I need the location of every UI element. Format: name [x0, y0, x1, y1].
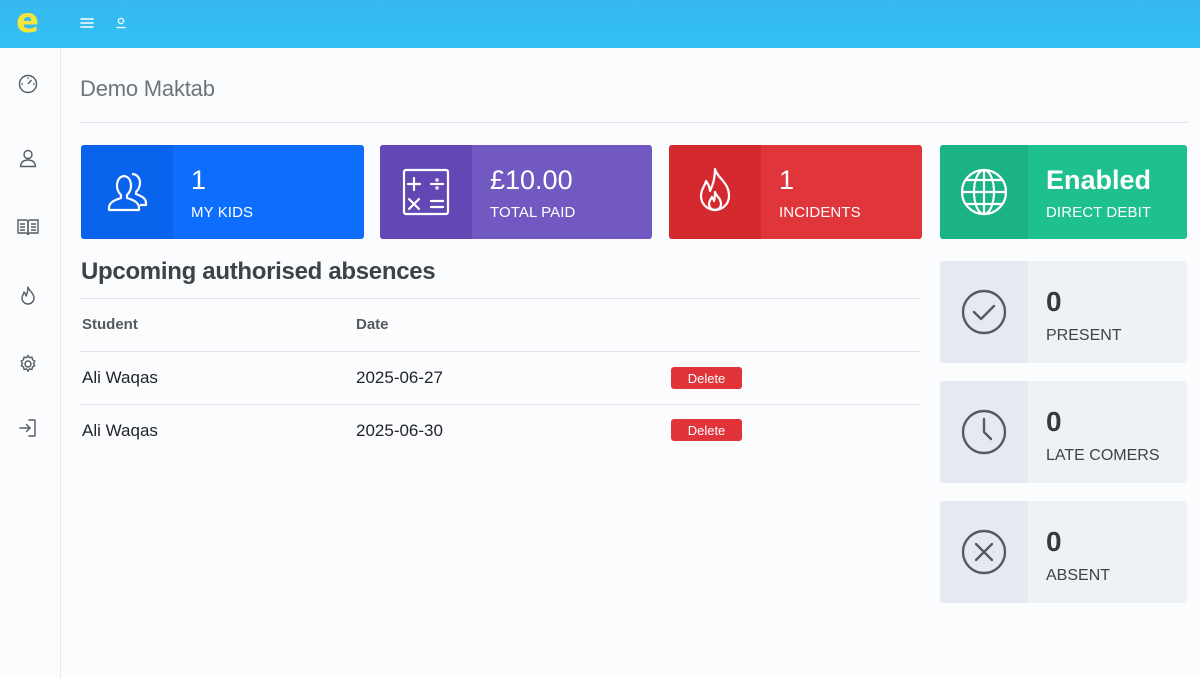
attendance-label: LATE COMERS: [1046, 447, 1160, 464]
book-icon[interactable]: [16, 215, 40, 239]
user-icon[interactable]: [16, 146, 40, 170]
stat-value: 1: [779, 165, 795, 195]
fire-icon: [669, 145, 761, 239]
settings-gear-icon[interactable]: [16, 352, 40, 376]
absence-date: 2025-06-27: [356, 368, 443, 387]
stat-label: INCIDENTS: [779, 204, 861, 221]
stat-label: DIRECT DEBIT: [1046, 204, 1152, 221]
clock-icon: [940, 381, 1028, 483]
stat-card-total-paid[interactable]: £10.00 TOTAL PAID: [380, 145, 652, 239]
top-navbar: e: [0, 0, 1200, 48]
table-row-divider: [80, 404, 920, 405]
calculator-icon: [380, 145, 472, 239]
stat-label: MY KIDS: [191, 204, 254, 221]
student-name: Ali Waqas: [82, 421, 158, 440]
column-header-student: Student: [82, 316, 138, 333]
attendance-card-absent[interactable]: 0 ABSENT: [940, 501, 1187, 603]
dashboard-gauge-icon[interactable]: [16, 72, 40, 96]
page-title: Demo Maktab: [80, 76, 215, 101]
attendance-value: 0: [1046, 526, 1062, 557]
stat-card-incidents[interactable]: 1 INCIDENTS: [669, 145, 922, 239]
users-icon: [81, 145, 173, 239]
sign-out-icon[interactable]: [16, 416, 40, 440]
absence-date: 2025-06-30: [356, 421, 443, 440]
stat-card-my-kids[interactable]: 1 MY KIDS: [81, 145, 364, 239]
hamburger-menu-icon[interactable]: [78, 14, 96, 32]
sidebar: [0, 48, 61, 678]
stat-value: 1: [191, 165, 207, 195]
stat-label: TOTAL PAID: [490, 204, 576, 221]
globe-icon: [940, 145, 1028, 239]
app-logo[interactable]: e: [16, 4, 48, 40]
title-divider: [80, 122, 1188, 123]
fire-icon[interactable]: [16, 284, 40, 308]
delete-button[interactable]: Delete: [671, 419, 742, 441]
attendance-value: 0: [1046, 406, 1062, 437]
stat-card-direct-debit[interactable]: Enabled DIRECT DEBIT: [940, 145, 1187, 239]
attendance-card-late-comers[interactable]: 0 LATE COMERS: [940, 381, 1187, 483]
x-circle-icon: [940, 501, 1028, 603]
column-header-date: Date: [356, 316, 389, 333]
user-icon[interactable]: [112, 14, 130, 32]
stat-value: Enabled: [1046, 165, 1152, 195]
stat-value: £10.00: [490, 165, 573, 195]
attendance-label: PRESENT: [1046, 327, 1122, 344]
attendance-label: ABSENT: [1046, 567, 1111, 584]
table-header-divider: [80, 351, 920, 352]
attendance-value: 0: [1046, 286, 1062, 317]
delete-button[interactable]: Delete: [671, 367, 742, 389]
check-circle-icon: [940, 261, 1028, 363]
absences-heading: Upcoming authorised absences: [81, 258, 436, 285]
absences-heading-divider: [80, 298, 920, 299]
attendance-card-present[interactable]: 0 PRESENT: [940, 261, 1187, 363]
student-name: Ali Waqas: [82, 368, 158, 387]
